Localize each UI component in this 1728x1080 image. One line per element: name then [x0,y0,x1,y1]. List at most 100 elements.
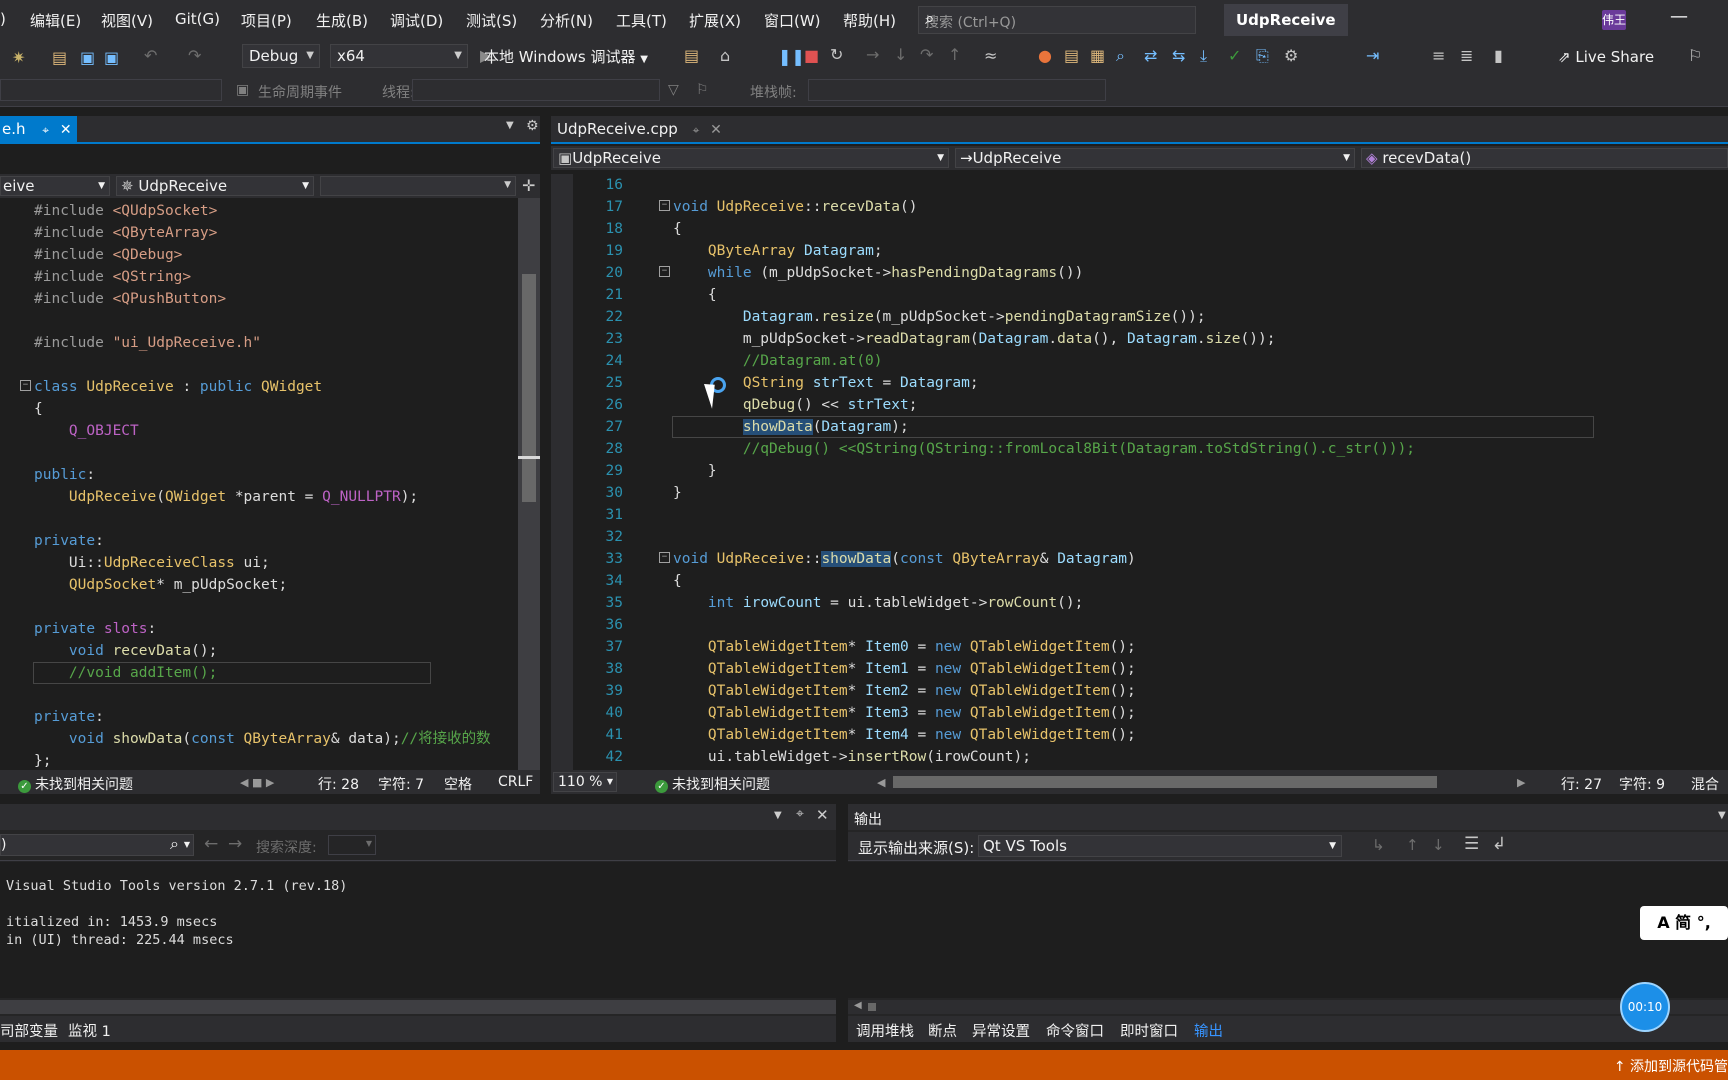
menu-item-view[interactable]: 视图(V) [101,10,153,31]
menu-item-test[interactable]: 测试(S) [466,10,517,31]
settings-icon[interactable]: ⚙ [1284,46,1298,65]
char-indicator[interactable]: 字符: 7 [378,774,424,794]
tab-exception-settings[interactable]: 异常设置 [972,1020,1030,1041]
live-share-button[interactable]: ⇗ Live Share [1558,48,1654,66]
process-select[interactable] [0,79,222,101]
zoom-select[interactable]: 110 % ▼ [553,772,617,792]
split-icon[interactable]: ✛ [522,176,535,195]
member-select[interactable]: ▼ [320,176,516,196]
class-select[interactable]: ✵ UdpReceive ▼ [116,176,314,196]
qt-folder-icon[interactable]: ▤ [1064,46,1079,65]
home-icon[interactable]: ⌂ [720,46,730,65]
redo-icon[interactable]: ↷ [188,46,201,65]
recording-timer[interactable]: 00:10 [1620,982,1670,1032]
import-icon[interactable]: ⤓ [1200,46,1207,66]
add-to-source-control[interactable]: ↑ 添加到源代码管 [1614,1056,1728,1076]
tab-udpreceive-h[interactable]: e.h ⌖ ✕ [0,116,77,142]
output-source-select[interactable]: Qt VS Tools ▼ [978,835,1342,857]
debugger-button[interactable]: 本地 Windows 调试器 ▼ [484,46,648,67]
qt-tool-icon[interactable]: ● [1038,46,1052,65]
collapse-icon[interactable]: − [20,380,31,391]
scroll-left-icon[interactable]: ◀ [877,776,885,789]
step-over-icon[interactable]: ↷ [920,45,933,64]
left-vertical-scrollbar[interactable] [518,198,540,770]
tab-call-stack[interactable]: 调用堆栈 [856,1020,914,1041]
menu-item-help[interactable]: 帮助(H) [843,10,896,31]
bookmark-next-icon[interactable]: ⇆ [1172,46,1185,65]
tab-breakpoints[interactable]: 断点 [928,1020,957,1041]
open-folder-icon[interactable]: ▤ [52,48,67,67]
menu-item-tools[interactable]: 工具(T) [616,10,667,31]
pin-icon[interactable]: ⌖ [42,123,49,137]
menu-item-extensions[interactable]: 扩展(X) [689,10,741,31]
save-icon[interactable]: ▣ [80,48,95,67]
project-select[interactable]: ▣UdpReceive ▼ [553,148,949,168]
nav-arrows-icon[interactable]: ◀ ■ ▶ [240,776,274,789]
hot-reload-icon[interactable]: ≈ [984,46,997,65]
menu-item-git[interactable]: Git(G) [175,10,220,28]
find-results-output[interactable]: Visual Studio Tools version 2.7.1 (rev.1… [0,862,836,998]
menu-item-analyze[interactable]: 分析(N) [540,10,593,31]
indent-icon[interactable]: ⇥ [1366,46,1379,65]
previous-message-icon[interactable]: ↑ [1406,836,1419,854]
collapse-icon[interactable]: − [659,200,670,211]
menu-item-project[interactable]: 项目(P) [241,10,292,31]
restart-icon[interactable]: ↻ [830,45,843,64]
line-indicator[interactable]: 行: 28 [318,774,359,794]
thread-select[interactable] [412,79,660,101]
tab-output[interactable]: 输出 [1194,1020,1223,1041]
class-select[interactable]: →UdpReceive ▼ [955,148,1355,168]
menu-item-window[interactable]: 窗口(W) [764,10,821,31]
tab-list-dropdown-icon[interactable]: ▼ [506,120,514,131]
uncomment-icon[interactable]: ≣ [1460,46,1473,65]
minimize-button[interactable]: — [1670,6,1688,27]
tab-command-window[interactable]: 命令窗口 [1046,1020,1104,1041]
search-input[interactable]: ) ⌕ ▼ [0,834,194,856]
output-hscroll[interactable]: ◀ [848,1000,1728,1014]
scroll-right-icon[interactable]: ▶ [1517,776,1525,789]
copy-icon[interactable]: ⎘ [1256,46,1269,66]
tab-locals[interactable]: 司部变量 [0,1020,58,1041]
search-box[interactable]: 搜索 (Ctrl+Q) ⌕ [918,6,1196,34]
search-icon[interactable]: ⌕ [170,834,179,854]
feedback-icon[interactable]: ⚐ [1688,46,1702,65]
scroll-thumb[interactable] [522,274,536,502]
pause-icon[interactable]: ❚❚ [778,47,805,66]
line-ending-indicator[interactable]: CRLF [498,774,533,790]
close-icon[interactable]: ✕ [60,122,72,138]
scroll-left-icon[interactable]: ◀ [854,1000,862,1011]
configuration-select[interactable]: Debug ▼ [242,44,320,68]
output-text-area[interactable] [848,862,1728,998]
flag-icon[interactable]: ⚐ [696,82,709,98]
horizontal-scroll-thumb[interactable] [893,776,1437,788]
right-code-editor[interactable]: 16 17 − void UdpReceive::recevData() 18 … [573,174,1728,770]
back-arrow-icon[interactable]: ← [204,834,218,854]
open-folder-icon[interactable]: ▤ [684,46,699,65]
user-avatar[interactable]: 伟王 [1602,10,1626,30]
collapse-icon[interactable]: − [659,266,670,277]
close-icon[interactable]: ✕ [710,122,722,138]
clear-all-icon[interactable]: ☰ [1464,834,1479,854]
menu-item-debug[interactable]: 调试(D) [390,10,443,31]
left-code-editor[interactable]: #include <QUdpSocket> #include <QByteArr… [0,198,518,770]
find-message-icon[interactable]: ↳ [1372,836,1385,854]
menu-item-build[interactable]: 生成(B) [316,10,368,31]
char-indicator[interactable]: 字符: 9 [1619,774,1665,794]
tab-immediate-window[interactable]: 即时窗口 [1120,1020,1178,1041]
collapse-icon[interactable]: − [659,552,670,563]
search-icon[interactable]: ⌕ [925,9,1187,29]
bookmark-prev-icon[interactable]: ⇄ [1144,46,1157,65]
gear-icon[interactable]: ⚙ [526,118,539,134]
step-into-icon[interactable]: ↓ [894,45,907,64]
panel-menu-icon[interactable]: ▼ [1718,810,1726,821]
forward-arrow-icon[interactable]: → [228,834,242,854]
scroll-thumb[interactable] [868,1003,876,1011]
line-indicator[interactable]: 行: 27 [1561,774,1602,794]
close-icon[interactable]: ✕ [816,806,829,824]
member-select[interactable]: ◈ recevData() [1361,148,1728,168]
menu-item-file-partial[interactable]: ) [0,10,6,28]
filter-icon[interactable]: ▽ [668,82,679,98]
pin-icon[interactable]: ⌖ [796,806,804,822]
undo-icon[interactable]: ↶ [144,46,157,65]
ime-indicator[interactable]: A 简 °, [1640,906,1728,940]
